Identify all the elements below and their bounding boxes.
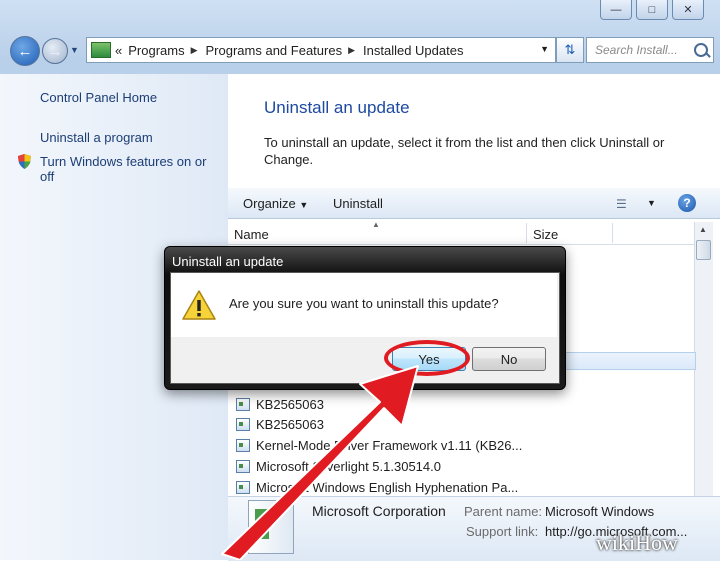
column-divider[interactable] xyxy=(526,223,527,243)
caption-buttons: — □ ✕ xyxy=(600,0,704,20)
column-divider[interactable] xyxy=(612,223,613,243)
column-header-size[interactable]: Size xyxy=(533,227,558,242)
organize-label: Organize xyxy=(243,196,296,211)
breadcrumb-installed-updates[interactable]: Installed Updates xyxy=(363,43,463,58)
breadcrumb-separator-icon[interactable]: ▶ xyxy=(191,45,198,56)
warning-icon xyxy=(182,290,216,320)
recent-pages-dropdown-icon[interactable]: ▼ xyxy=(70,45,79,55)
chevron-down-icon: ▼ xyxy=(299,200,309,210)
shield-icon xyxy=(18,154,31,169)
breadcrumb-programs-and-features[interactable]: Programs and Features xyxy=(206,43,343,58)
parent-name-value: Microsoft Windows xyxy=(545,504,655,519)
sidebar-item-control-panel-home[interactable]: Control Panel Home xyxy=(40,90,157,105)
no-button[interactable]: No xyxy=(472,347,546,371)
back-button[interactable]: ← xyxy=(10,36,40,66)
dialog-message: Are you sure you want to uninstall this … xyxy=(229,296,499,311)
address-overflow-icon[interactable]: « xyxy=(115,43,122,58)
column-header-row xyxy=(228,222,694,245)
page-title: Uninstall an update xyxy=(264,98,410,117)
page-description: To uninstall an update, select it from t… xyxy=(264,135,665,167)
search-input[interactable]: Search Install... xyxy=(586,37,714,63)
scroll-up-icon[interactable]: ▲ xyxy=(699,225,707,234)
pointer-arrow-icon xyxy=(221,365,419,560)
forward-button[interactable]: → xyxy=(42,38,68,64)
sort-arrow-icon: ▲ xyxy=(372,220,380,229)
scrollbar-thumb[interactable] xyxy=(696,240,711,260)
column-header-name[interactable]: Name xyxy=(234,227,269,242)
control-panel-icon xyxy=(91,42,111,58)
sidebar-item-label: Turn Windows features on or xyxy=(40,154,207,169)
sidebar-item-uninstall-program[interactable]: Uninstall a program xyxy=(40,130,153,145)
help-button[interactable]: ? xyxy=(678,194,696,212)
minimize-button[interactable]: — xyxy=(600,0,632,20)
uninstall-button[interactable]: Uninstall xyxy=(333,196,383,211)
sidebar-item-label: off xyxy=(40,169,55,184)
navigation-bar: ← → ▼ « Programs ▶ Programs and Features… xyxy=(0,30,720,70)
close-button[interactable]: ✕ xyxy=(672,0,704,20)
search-icon[interactable] xyxy=(694,43,708,57)
search-placeholder: Search Install... xyxy=(595,43,678,57)
view-options-icon[interactable]: ☰ xyxy=(616,197,627,211)
sidebar-item-windows-features[interactable]: Turn Windows features on or off xyxy=(40,154,206,184)
view-dropdown-icon[interactable]: ▼ xyxy=(647,198,656,208)
address-dropdown-icon[interactable]: ▼ xyxy=(540,44,549,54)
support-link-label: Support link: xyxy=(466,524,539,539)
wikihow-watermark: wikiHow xyxy=(596,530,678,555)
dialog-title: Uninstall an update xyxy=(172,254,284,269)
maximize-button[interactable]: □ xyxy=(636,0,668,20)
breadcrumb-separator-icon[interactable]: ▶ xyxy=(348,45,355,56)
vertical-scrollbar[interactable] xyxy=(694,222,713,496)
organize-button[interactable]: Organize ▼ xyxy=(243,196,308,211)
parent-name-label: Parent name: xyxy=(464,504,543,519)
breadcrumb-programs[interactable]: Programs xyxy=(128,43,184,58)
refresh-button[interactable]: ⇅ xyxy=(556,37,584,63)
address-bar[interactable]: « Programs ▶ Programs and Features ▶ Ins… xyxy=(86,37,556,63)
